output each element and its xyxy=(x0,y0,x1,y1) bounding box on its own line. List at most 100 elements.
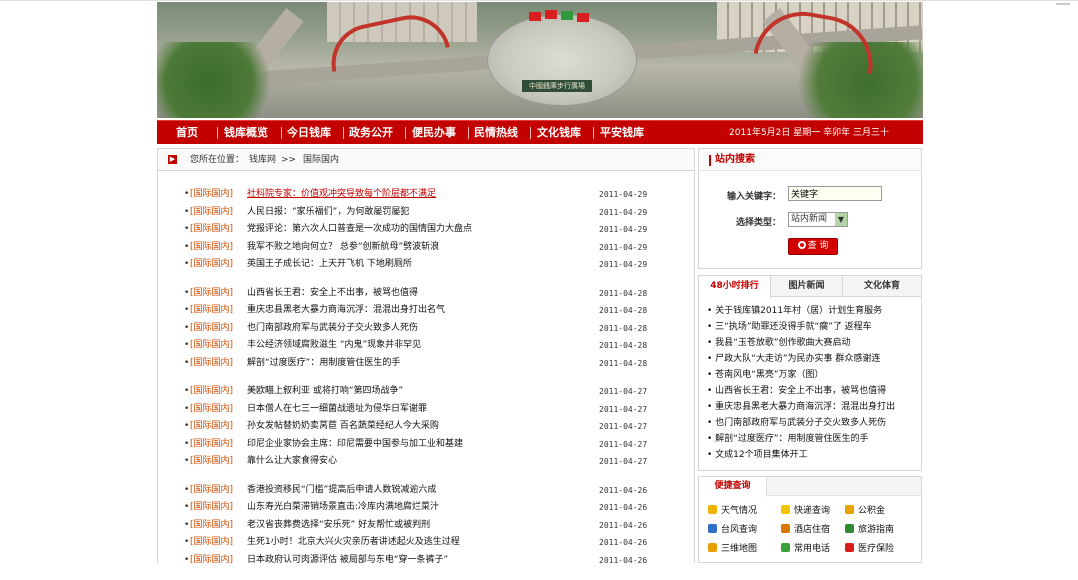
news-category-link[interactable]: [国际国内] xyxy=(190,534,233,552)
tab-culture-sports[interactable]: 文化体育 xyxy=(843,276,921,297)
quick-query-item[interactable]: 旅游指南 xyxy=(845,523,894,537)
quick-query-label: 三维地图 xyxy=(721,544,758,554)
news-title-link[interactable]: 山东寿光白菜滞销场景直击:冷库内满地腐烂菜汁 xyxy=(247,499,439,517)
news-category-link[interactable]: [国际国内] xyxy=(190,302,233,320)
news-category-link[interactable]: [国际国内] xyxy=(190,436,233,454)
news-title-link[interactable]: 解剖“过度医疗”：用制度管住医生的手 xyxy=(247,355,400,373)
news-date: 2011-04-26 xyxy=(599,538,648,547)
type-select-value: 站内新闻 xyxy=(791,214,828,224)
news-category-link[interactable]: [国际国内] xyxy=(190,239,233,257)
news-group: • [国际国内] 山西省长王君：安全上不出事，被骂也值得 2011-04-28 • [国际… xyxy=(182,285,662,373)
ranking-item-link[interactable]: • 也门南部政府军与武装分子交火致多人死伤 xyxy=(707,415,917,431)
news-category-link[interactable]: [国际国内] xyxy=(190,320,233,338)
quick-query-item[interactable]: 台风查询 xyxy=(708,523,757,537)
quick-query-title: 便捷查询 xyxy=(699,477,767,497)
news-category-link[interactable]: [国际国内] xyxy=(190,221,233,239)
banner-plaza xyxy=(487,14,637,106)
news-title-link[interactable]: 印尼企业家协会主席：印尼需要中国参与加工业和基建 xyxy=(247,436,463,454)
nav-government[interactable]: 政务公开 xyxy=(349,121,393,145)
nav-today[interactable]: 今日钱库 xyxy=(287,121,331,145)
quick-query-item[interactable]: 公积金 xyxy=(845,504,885,518)
tab-48h-ranking[interactable]: 48小时排行 xyxy=(699,276,771,298)
news-category-link[interactable]: [国际国内] xyxy=(190,401,233,419)
quick-query-item[interactable]: 三维地图 xyxy=(708,542,757,556)
news-title-link[interactable]: 也门南部政府军与武装分子交火致多人死伤 xyxy=(247,320,418,338)
quick-query-item[interactable]: 医疗保险 xyxy=(845,542,894,556)
news-title-link[interactable]: 党报评论：第六次人口普查是一次成功的国情国力大盘点 xyxy=(247,221,472,239)
news-date: 2011-04-28 xyxy=(599,323,648,333)
news-title-link[interactable]: 孙女发帖替奶奶卖莴苣 百名蔬菜经纪人今大采购 xyxy=(247,418,439,436)
ranking-item-link[interactable]: • 重庆忠县黑老大暴力商海沉浮：混混出身打出 xyxy=(707,399,917,415)
chevron-down-icon[interactable]: ▼ xyxy=(835,213,847,226)
type-select[interactable]: 站内新闻 ▼ xyxy=(788,212,848,227)
nav-home[interactable]: 首页 xyxy=(176,121,198,145)
news-title-link[interactable]: 生死1小时！北京大兴火灾亲历者讲述起火及逃生过程 xyxy=(247,534,460,552)
ranking-item-link[interactable]: • 我县“玉苍放歌”创作歌曲大赛启动 xyxy=(707,335,917,351)
news-title-link[interactable]: 我军不败之地向何立？ 总参“创新航母”劈波斩浪 xyxy=(247,239,439,257)
search-button[interactable]: 查 询 xyxy=(788,238,838,255)
ranking-tabs: 48小时排行 图片新闻 文化体育 xyxy=(699,276,921,298)
news-row: • [国际国内] 日本僧人在七三一细菌战遗址为侵华日军谢罪 2011-04-27 xyxy=(182,401,662,419)
news-date: 2011-04-26 xyxy=(599,520,648,530)
ranking-item-link[interactable]: • 苍南风电“黑亮”万家（图） xyxy=(707,367,917,383)
news-category-link[interactable]: [国际国内] xyxy=(190,482,233,500)
news-title-link[interactable]: 英国王子成长记：上天开飞机 下地刷厕所 xyxy=(247,256,412,274)
news-title-link[interactable]: 美欧瞄上叙利亚 或将打响“第四场战争” xyxy=(247,383,403,401)
ranking-item-link[interactable]: • 三“执场”助罪还没得手就“瘸”了 返程车 xyxy=(707,319,917,335)
news-title-link[interactable]: 丰公经济领域腐败滋生 “内鬼”现象并非罕见 xyxy=(247,337,421,355)
keyword-input[interactable] xyxy=(788,186,882,201)
news-title-link[interactable]: 老汉省丧葬费选择“安乐死” 好友帮忙或被判刑 xyxy=(247,517,430,535)
news-title-link[interactable]: 人民日报：“家乐福们”，为何敢屡罚屡犯 xyxy=(247,204,409,222)
main-nav: 首页 钱库概览 今日钱库 政务公开 便民办事 民情热线 文化钱库 平安钱库 20… xyxy=(157,120,923,144)
ranking-item-link[interactable]: • 山西省长王君：安全上不出事，被骂也值得 xyxy=(707,383,917,399)
quick-query-label: 台风查询 xyxy=(721,525,758,535)
breadcrumb-prefix: 您所在位置： xyxy=(190,155,245,165)
nav-culture[interactable]: 文化钱库 xyxy=(537,121,581,145)
ranking-item-link[interactable]: • 尸政大队“大走访”为民办实事 群众感谢连 xyxy=(707,351,917,367)
quick-query-item[interactable]: 快递查询 xyxy=(781,504,830,518)
news-category-link[interactable]: [国际国内] xyxy=(190,418,233,436)
tab-photo-news[interactable]: 图片新闻 xyxy=(771,276,843,297)
keyword-label: 输入关键字： xyxy=(727,192,782,202)
news-date: 2011-04-28 xyxy=(599,358,648,368)
news-category-link[interactable]: [国际国内] xyxy=(190,552,233,570)
news-category-link[interactable]: [国际国内] xyxy=(190,499,233,517)
quick-query-item[interactable]: 天气情况 xyxy=(708,504,757,518)
news-title-link[interactable]: 日本政府认可肉源评估 被局部与东电“穿一条裤子” xyxy=(247,552,448,570)
news-category-link[interactable]: [国际国内] xyxy=(190,285,233,303)
ranking-item-link[interactable]: • 关于钱库镇2011年村（居）计划生育服务 xyxy=(707,303,917,319)
news-category-link[interactable]: [国际国内] xyxy=(190,517,233,535)
news-row: • [国际国内] 丰公经济领域腐败滋生 “内鬼”现象并非罕见 2011-04-28 xyxy=(182,337,662,355)
nav-separator xyxy=(281,127,282,139)
nav-overview[interactable]: 钱库概览 xyxy=(224,121,268,145)
news-title-link[interactable]: 重庆忠县黑老大暴力商海沉浮：混混出身打出名气 xyxy=(247,302,445,320)
breadcrumb-site-link[interactable]: 钱库网 xyxy=(249,149,276,171)
quick-query-label: 公积金 xyxy=(858,506,886,516)
ranking-item-link[interactable]: • 文成12个项目集体开工 xyxy=(707,447,917,463)
quick-query-label: 快递查询 xyxy=(794,506,831,516)
news-category-link[interactable]: [国际国内] xyxy=(190,453,233,471)
news-title-link[interactable]: 香港投资移民“门槛”提高后申请人数锐减逾六成 xyxy=(247,482,436,500)
nav-services[interactable]: 便民办事 xyxy=(412,121,456,145)
news-date: 2011-04-26 xyxy=(599,485,648,495)
quick-query-item[interactable]: 酒店住宿 xyxy=(781,523,830,537)
news-row: • [国际国内] 社科院专家：价值观冲突导致每个阶层都不满足 2011-04-29 xyxy=(182,186,662,204)
nav-safety[interactable]: 平安钱库 xyxy=(600,121,644,145)
news-title-link[interactable]: 社科院专家：价值观冲突导致每个阶层都不满足 xyxy=(247,186,436,204)
news-category-link[interactable]: [国际国内] xyxy=(190,355,233,373)
hotel-icon xyxy=(781,524,790,533)
news-title-link[interactable]: 山西省长王君：安全上不出事，被骂也值得 xyxy=(247,285,418,303)
quick-query-item[interactable]: 常用电话 xyxy=(781,542,830,556)
news-title-link[interactable]: 日本僧人在七三一细菌战遗址为侵华日军谢罪 xyxy=(247,401,427,419)
ranking-item-link[interactable]: • 解剖“过度医疗”：用制度管住医生的手 xyxy=(707,431,917,447)
news-category-link[interactable]: [国际国内] xyxy=(190,337,233,355)
news-category-link[interactable]: [国际国内] xyxy=(190,256,233,274)
news-title-link[interactable]: 靠什么让大家食得安心 xyxy=(247,453,337,471)
nav-hotline[interactable]: 民情热线 xyxy=(474,121,518,145)
news-category-link[interactable]: [国际国内] xyxy=(190,204,233,222)
news-category-link[interactable]: [国际国内] xyxy=(190,383,233,401)
news-date: 2011-04-27 xyxy=(599,439,648,449)
news-category-link[interactable]: [国际国内] xyxy=(190,186,233,204)
nav-separator xyxy=(217,127,218,139)
news-row: • [国际国内] 解剖“过度医疗”：用制度管住医生的手 2011-04-28 xyxy=(182,355,662,373)
